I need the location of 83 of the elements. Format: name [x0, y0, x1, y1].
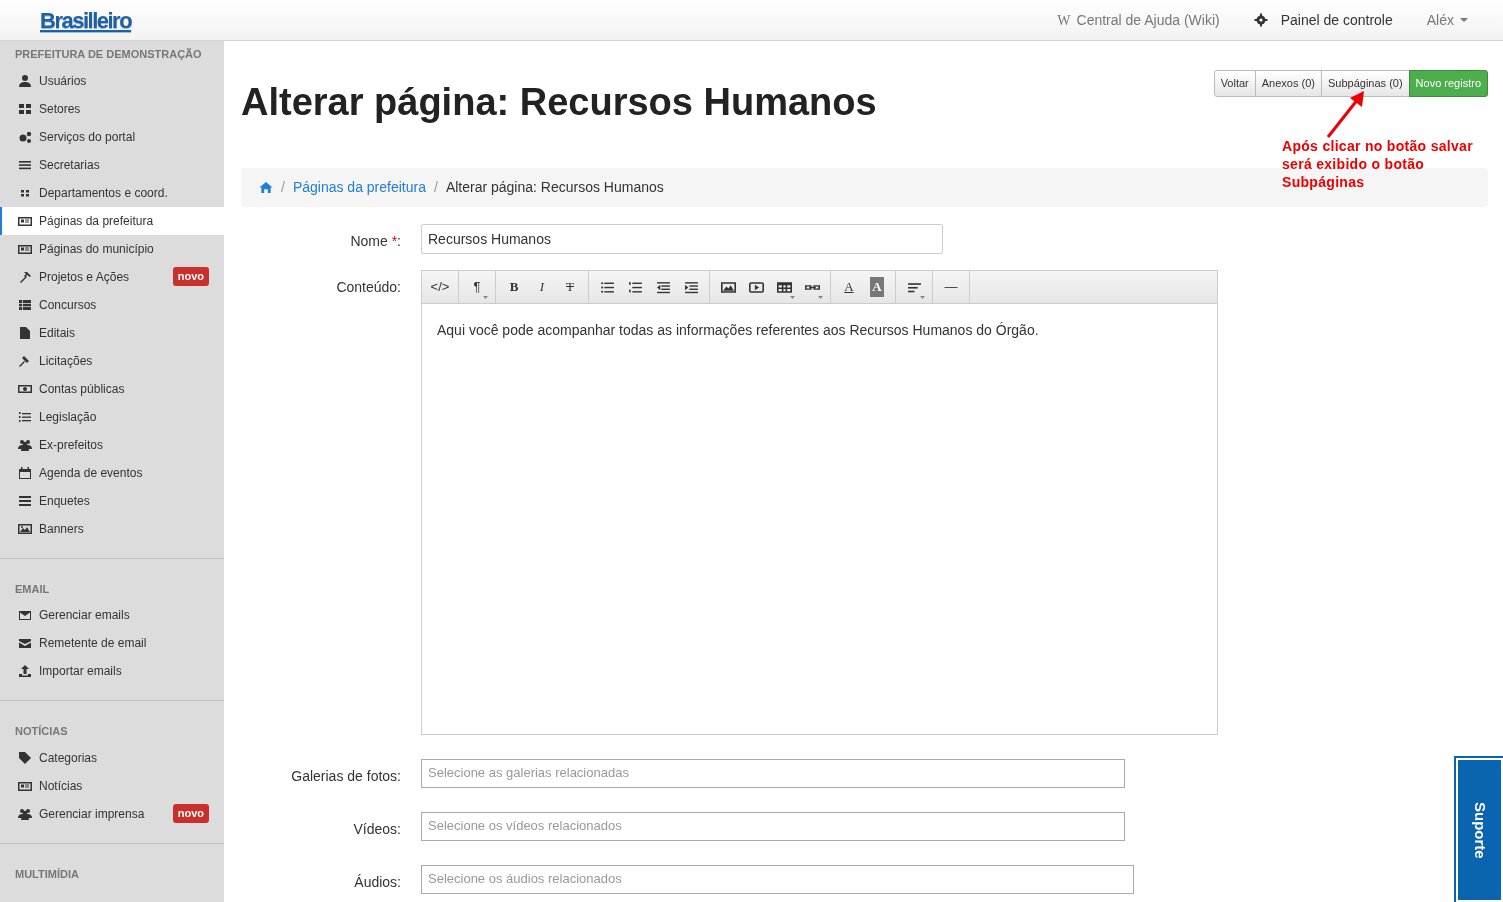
- breadcrumb-separator: /: [434, 177, 438, 197]
- format-button[interactable]: —: [937, 270, 965, 304]
- indent-icon: [683, 279, 699, 295]
- action-button[interactable]: Voltar: [1213, 70, 1256, 97]
- breadcrumb-separator: /: [281, 177, 285, 197]
- nav-link[interactable]: Aléx: [1426, 9, 1468, 31]
- envelope-icon: [18, 636, 32, 650]
- numbered-list-icon: [18, 409, 32, 424]
- bulleted-list-icon: [599, 279, 615, 295]
- tools-icon: [18, 269, 32, 284]
- section-heading: MULTIMÍDIA: [14, 866, 80, 882]
- home-icon[interactable]: [259, 180, 273, 194]
- gavel-icon: [18, 353, 32, 368]
- image-icon: [720, 279, 736, 295]
- sidebar-item[interactable]: Usuários: [0, 66, 224, 95]
- text-color-button[interactable]: A: [835, 270, 863, 304]
- sidebar-item[interactable]: Páginas do município: [0, 234, 224, 263]
- envelope-icon: [18, 608, 32, 622]
- sidebar-item[interactable]: Projetos e Ações novo: [0, 262, 224, 291]
- play-icon: [748, 279, 764, 295]
- upload-icon: [18, 664, 32, 678]
- outdent-icon: [655, 279, 671, 295]
- logo[interactable]: Brasilleiro: [40, 3, 132, 37]
- user-icon: [18, 73, 32, 88]
- bold-button[interactable]: B: [500, 270, 528, 304]
- support-button[interactable]: Suporte: [1456, 758, 1503, 902]
- image-icon: [18, 521, 32, 536]
- table-icon: [776, 279, 792, 295]
- background-color-button[interactable]: A: [863, 270, 891, 304]
- format-button[interactable]: ¶: [463, 270, 491, 304]
- editor-text: Aqui você pode acompanhar todas as informações referentes aos Recursos Humanos do Órgão.: [436, 320, 1040, 340]
- grid-icon: [18, 101, 32, 116]
- sidebar-item[interactable]: Páginas da prefeitura: [0, 206, 224, 235]
- sidebar-item[interactable]: Notícias: [0, 771, 224, 800]
- action-button[interactable]: Subpáginas (0): [1320, 70, 1410, 97]
- sidebar-item[interactable]: Ex-prefeitos: [0, 430, 224, 459]
- sidebar-item[interactable]: Gerenciar emails: [0, 601, 224, 629]
- section-heading: PREFEITURA DE DEMONSTRAÇÃO: [14, 47, 203, 62]
- sidebar-item[interactable]: Contas públicas: [0, 374, 224, 403]
- tag-icon: [18, 750, 32, 765]
- bars-icon: [18, 493, 32, 508]
- field-label: Vídeos:: [352, 819, 402, 839]
- new-badge: novo: [172, 804, 209, 823]
- italic-button[interactable]: I: [528, 270, 556, 304]
- field-label: Áudios:: [353, 872, 402, 892]
- strikethrough-button[interactable]: T: [556, 270, 584, 304]
- annotation-text: Após clicar no botão salvar será exibido o botão Subpáginas: [1282, 137, 1474, 191]
- sidebar-item[interactable]: Licitações: [0, 346, 224, 375]
- sidebar-item[interactable]: Enquetes: [0, 486, 224, 515]
- group-icon: [18, 437, 32, 452]
- numbered-list-icon: [627, 279, 643, 295]
- field-label: Conteúdo:: [335, 277, 402, 297]
- page-title: Alterar página: Recursos Humanos: [241, 80, 877, 125]
- breadcrumb-current: Alterar página: Recursos Humanos: [445, 177, 664, 197]
- sidebar-item[interactable]: Agenda de eventos: [0, 458, 224, 487]
- field-label: Nome *:: [349, 231, 402, 251]
- sidebar-item[interactable]: Importar emails: [0, 657, 224, 685]
- document-icon: [18, 325, 32, 340]
- action-button[interactable]: Anexos (0): [1254, 70, 1322, 97]
- sidebar-item[interactable]: Editais: [0, 318, 224, 347]
- sidebar-item[interactable]: Setores: [0, 94, 224, 123]
- section-heading: NOTÍCIAS: [14, 724, 69, 739]
- breadcrumb-link[interactable]: Páginas da prefeitura: [292, 176, 426, 198]
- section-heading: EMAIL: [14, 581, 51, 597]
- field-label: Galerias de fotos:: [290, 766, 402, 786]
- table-icon: [18, 297, 32, 312]
- nav-link[interactable]: W Central de Ajuda (Wiki): [1057, 9, 1220, 31]
- group-icon: [18, 806, 32, 821]
- sidebar-item[interactable]: Gerenciar imprensa novo: [0, 799, 224, 828]
- sidebar-item[interactable]: Legislação: [0, 402, 224, 431]
- wiki-icon: W: [1057, 9, 1071, 31]
- name-field[interactable]: Recursos Humanos: [421, 223, 943, 254]
- format-button[interactable]: </>: [426, 270, 454, 304]
- sidebar-item[interactable]: Categorias: [0, 743, 224, 772]
- sidebar-item[interactable]: Banners: [0, 514, 224, 543]
- sidebar-item[interactable]: Secretarias: [0, 150, 224, 179]
- sidebar-item[interactable]: Remetente de email: [0, 629, 224, 657]
- calendar-icon: [18, 465, 32, 480]
- sidebar-item[interactable]: Departamentos e coord.: [0, 178, 224, 207]
- new-badge: novo: [172, 267, 209, 286]
- sidebar-item[interactable]: Concursos: [0, 290, 224, 319]
- nav-link[interactable]: Painel de controle: [1253, 9, 1393, 31]
- sidebar-item[interactable]: Serviços do portal: [0, 122, 224, 151]
